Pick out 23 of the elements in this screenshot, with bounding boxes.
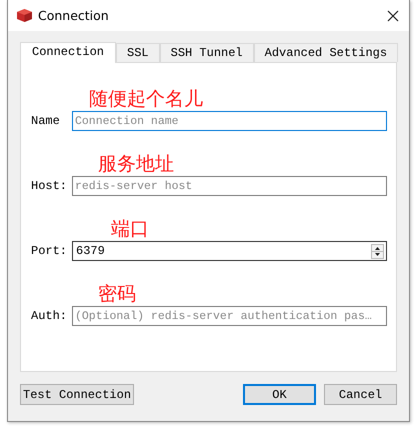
- input-field[interactable]: Connection name: [72, 111, 387, 131]
- dialog-button[interactable]: OK: [243, 384, 316, 405]
- tab[interactable]: SSH Tunnel: [160, 43, 254, 62]
- number-field[interactable]: 6379: [72, 241, 387, 261]
- window-title: Connection: [38, 8, 110, 23]
- spinner-arrows-icon[interactable]: [371, 244, 384, 258]
- dialog-button[interactable]: Cancel: [324, 384, 397, 405]
- field-label: Name: [31, 114, 61, 128]
- dialog-button[interactable]: Test Connection: [20, 384, 134, 405]
- annotation-text: 随便起个名儿: [89, 88, 203, 110]
- field-label: Port:: [31, 244, 68, 258]
- annotation-text: 端口: [111, 218, 149, 240]
- cube-icon: [16, 8, 33, 23]
- tab[interactable]: Connection: [20, 42, 116, 63]
- annotation-text: 服务地址: [98, 153, 174, 175]
- field-label: Host:: [31, 179, 68, 193]
- close-icon[interactable]: [387, 10, 399, 22]
- tab[interactable]: Advanced Settings: [254, 43, 398, 62]
- input-field[interactable]: (Optional) redis-server authentication pas…: [72, 306, 387, 326]
- tab[interactable]: SSL: [116, 43, 160, 62]
- field-label: Auth:: [31, 309, 68, 323]
- annotation-text: 密码: [98, 283, 136, 305]
- input-field[interactable]: redis-server host: [72, 176, 387, 196]
